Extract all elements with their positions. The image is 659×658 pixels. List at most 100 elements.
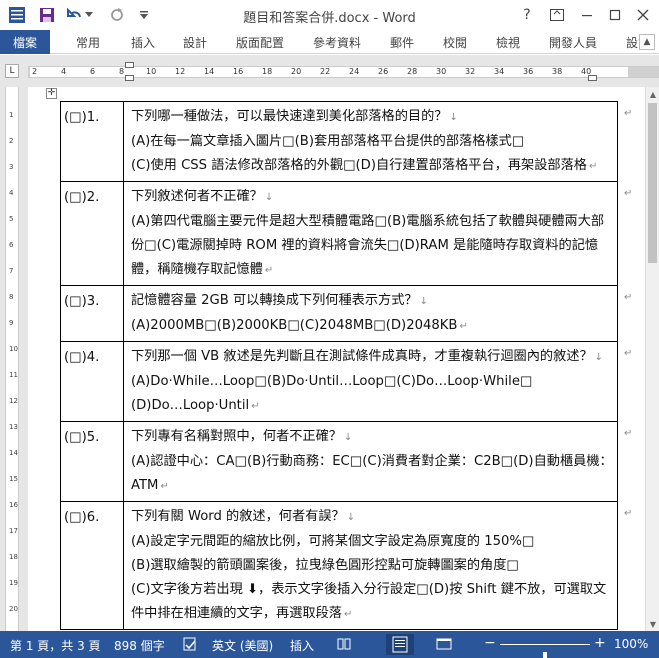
question-content-cell[interactable]: 下列哪一種做法，可以最快速達到美化部落格的目的？ ↓ (A)在每一篇文章插入圖片□(… (123, 101, 618, 182)
question-options: (A)第四代電腦主要元件是超大型積體電路□(B)電腦系統包括了軟體與硬體兩大部份… (131, 210, 613, 283)
save-icon[interactable] (38, 6, 56, 24)
question-number: (□)4. (64, 350, 100, 365)
question-number-cell[interactable]: (□)6. (60, 501, 124, 630)
tab-design[interactable]: 設計 (183, 34, 207, 51)
word-count[interactable]: 898 個字 (114, 637, 165, 654)
question-content-cell[interactable]: 記憶體容量 2GB 可以轉換成下列何種表示方式？ ↓ (A)2000MB□(B)20… (123, 285, 618, 342)
question-number: (□)3. (64, 294, 100, 309)
redo-icon[interactable] (108, 6, 126, 24)
question-content-cell[interactable]: 下列專有名稱對照中，何者不正確？ ↓ (A)認證中心：CA□(B)行動商務：EC□(… (123, 421, 618, 502)
ruler-right-margin (628, 67, 659, 77)
question-options-text: (D)Do…Loop·Until (131, 398, 250, 413)
row-end-mark: ↵ (624, 107, 633, 119)
question-number-cell[interactable]: (□)5. (60, 421, 124, 502)
question-number-cell[interactable]: (□)2. (60, 181, 124, 286)
tab-view[interactable]: 檢視 (496, 34, 520, 51)
question-content-cell[interactable]: 下列那一個 VB 敘述是先判斷且在測試條件成真時，才重複執行迴圈內的敘述？ ↓ (A… (123, 341, 618, 422)
ruler-number: 34 (494, 67, 505, 76)
vertical-ruler[interactable]: 1 2 3 4 5 6 7 8 9 10 11 12 13 14 15 16 1… (5, 87, 19, 631)
ruler-number: 2 (9, 137, 14, 145)
horizontal-ruler[interactable]: 2 4 6 8 10 12 14 16 18 20 22 24 26 28 30… (28, 66, 659, 78)
tab-layout[interactable]: 版面配置 (236, 34, 284, 51)
zoom-in-button[interactable]: + (594, 635, 606, 651)
page-count[interactable]: 第 1 頁，共 3 頁 (10, 637, 101, 654)
ruler-number: 18 (9, 553, 18, 561)
question-stem: 記憶體容量 2GB 可以轉換成下列何種表示方式？ ↓ (131, 289, 613, 314)
question-stem-text: 下列敘述何者不正確？ (131, 189, 263, 204)
ruler-number: 17 (9, 527, 18, 535)
ruler-number: 11 (9, 371, 18, 379)
vertical-scrollbar[interactable]: ▲ ▼ (645, 87, 659, 631)
ribbon-display-options-icon[interactable] (546, 4, 568, 26)
question-number-cell[interactable]: (□)1. (60, 101, 124, 182)
ruler-number: 20 (9, 605, 18, 613)
status-bar: 第 1 頁，共 3 頁 898 個字 英文 (美國) 插入 − + 100% (0, 631, 659, 658)
ruler-number: 5 (9, 215, 14, 223)
insert-mode-indicator[interactable]: 插入 (290, 637, 314, 654)
row-end-mark: ↵ (624, 291, 633, 303)
tab-mailings[interactable]: 郵件 (390, 34, 414, 51)
help-button[interactable]: ? (516, 4, 538, 26)
tab-developer[interactable]: 開發人員 (549, 34, 597, 51)
proofing-icon[interactable] (182, 636, 198, 652)
first-line-indent-marker[interactable] (125, 62, 134, 68)
document-page[interactable]: ✛ (□)1. 下列哪一種做法，可以最快速達到美化部落格的目的？ ↓ (A)在每一篇文… (28, 87, 645, 631)
right-indent-marker[interactable] (588, 75, 597, 81)
language-indicator[interactable]: 英文 (美國) (212, 637, 273, 654)
scroll-up-icon[interactable]: ▲ (646, 87, 659, 101)
scrollbar-thumb[interactable] (648, 103, 657, 263)
tab-references[interactable]: 參考資料 (313, 34, 361, 51)
maximize-icon[interactable] (604, 4, 626, 26)
read-mode-icon[interactable] (336, 636, 352, 652)
line-break-mark: ↓ (344, 432, 353, 443)
tab-home[interactable]: 常用 (76, 34, 100, 51)
table-row: (□)2. 下列敘述何者不正確？ ↓ (A)第四代電腦主要元件是超大型積體電路□(B)… (60, 181, 618, 286)
table-move-handle-icon[interactable]: ✛ (46, 88, 57, 99)
zoom-out-button[interactable]: − (484, 635, 496, 651)
question-stem-text: 下列專有名稱對照中，何者不正確？ (131, 429, 342, 444)
row-end-mark: ↵ (624, 507, 633, 519)
question-table[interactable]: (□)1. 下列哪一種做法，可以最快速達到美化部落格的目的？ ↓ (A)在每一篇文章插… (60, 101, 618, 630)
question-options-text: (C)文字後方若出現 ⬇，表示文字後插入分行設定□(D)按 Shift 鍵不放，… (131, 582, 607, 621)
chevron-up-icon[interactable]: ▲ (639, 34, 655, 50)
question-stem: 下列哪一種做法，可以最快速達到美化部落格的目的？ ↓ (131, 105, 613, 130)
ruler-number: 28 (407, 67, 418, 76)
question-content-cell[interactable]: 下列敘述何者不正確？ ↓ (A)第四代電腦主要元件是超大型積體電路□(B)電腦系統包… (123, 181, 618, 286)
close-icon[interactable] (632, 4, 654, 26)
question-options: (A)2000MB□(B)2000KB□(C)2048MB□(D)2048KB ↵ (131, 314, 613, 339)
tab-selector-icon[interactable]: L (5, 64, 19, 78)
ruler-number: 14 (9, 449, 18, 457)
ruler-number: 32 (465, 67, 476, 76)
question-stem-text: 下列哪一種做法，可以最快速達到美化部落格的目的？ (131, 109, 448, 124)
customize-quick-access-icon[interactable] (138, 6, 150, 24)
ruler-number: 19 (9, 579, 18, 587)
question-options: (C)文字後方若出現 ⬇，表示文字後插入分行設定□(D)按 Shift 鍵不放，… (131, 578, 613, 627)
undo-dropdown-icon[interactable] (84, 6, 94, 24)
question-options-text: (A)認證中心：CA□(B)行動商務：EC□(C)消費者對企業：C2B□(D)自… (131, 454, 613, 493)
ruler-number: 16 (233, 67, 244, 76)
undo-icon[interactable] (66, 6, 84, 24)
tab-file[interactable]: 檔案 (0, 30, 50, 54)
print-layout-icon[interactable] (386, 634, 414, 655)
ruler-number: 9 (9, 319, 14, 327)
web-layout-icon[interactable] (436, 636, 452, 652)
question-options: (A)認證中心：CA□(B)行動商務：EC□(C)消費者對企業：C2B□(D)自… (131, 450, 613, 499)
question-options-text: (A)2000MB□(B)2000KB□(C)2048MB□(D)2048KB (131, 318, 458, 333)
word-logo-icon[interactable] (8, 6, 26, 24)
zoom-level[interactable]: 100% (614, 637, 648, 651)
question-number-cell[interactable]: (□)4. (60, 341, 124, 422)
ruler-number: 12 (9, 397, 18, 405)
minimize-icon[interactable] (576, 4, 598, 26)
question-content-cell[interactable]: 下列有關 Word 的敘述，何者有誤？ ↓ (A)設定字元間距的縮放比例，可將某個文… (123, 501, 618, 630)
zoom-slider[interactable] (500, 644, 590, 658)
scroll-down-icon[interactable]: ▼ (646, 617, 659, 631)
ruler-number: 10 (9, 345, 18, 353)
tab-review[interactable]: 校閱 (443, 34, 467, 51)
tab-insert[interactable]: 插入 (131, 34, 155, 51)
ruler-number: 8 (9, 293, 14, 301)
question-number-cell[interactable]: (□)3. (60, 285, 124, 342)
zoom-slider-thumb[interactable] (543, 652, 547, 658)
ribbon-tab-bar: 檔案 常用 插入 設計 版面配置 參考資料 郵件 校閱 檢視 開發人員 設計 ▲ (0, 30, 659, 54)
hanging-indent-marker[interactable] (125, 75, 134, 81)
table-row: (□)3. 記憶體容量 2GB 可以轉換成下列何種表示方式？ ↓ (A)2000MB□… (60, 285, 618, 342)
